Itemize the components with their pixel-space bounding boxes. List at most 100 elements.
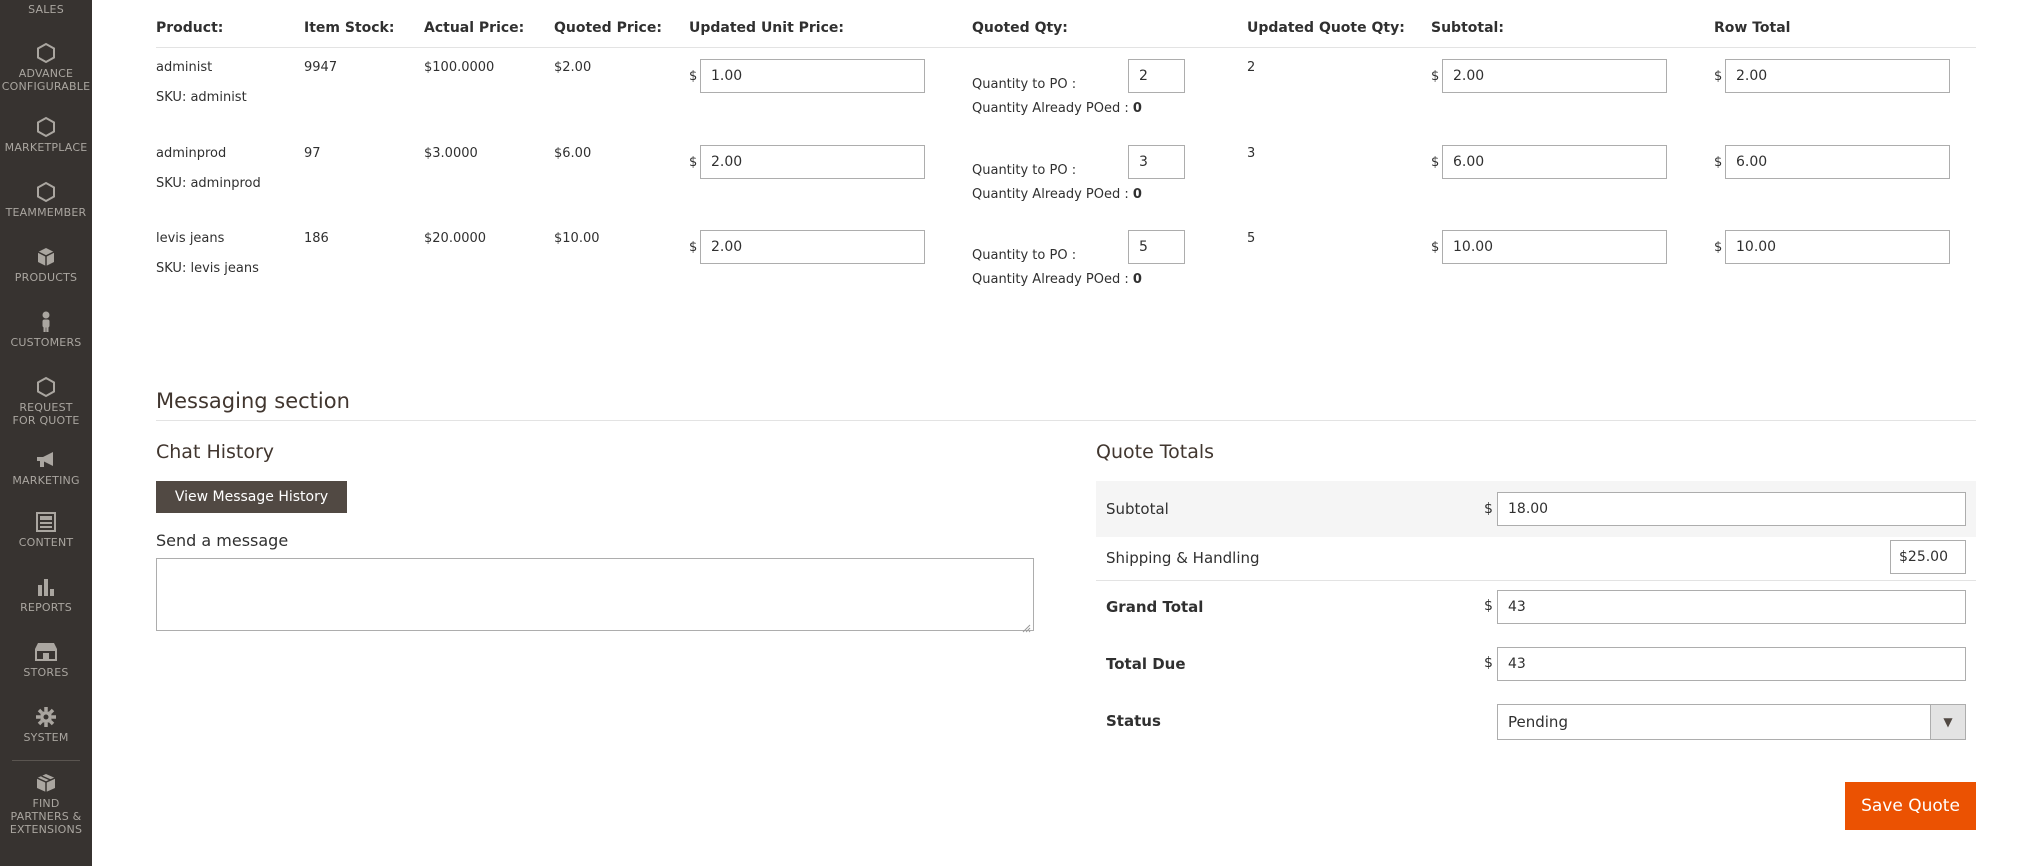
nav-item-marketing[interactable]: MARKETING <box>0 449 92 487</box>
person-icon <box>0 311 92 333</box>
updated-unit-price-input[interactable]: 2.00 <box>700 230 925 264</box>
updated-unit-price-input[interactable]: 2.00 <box>700 145 925 179</box>
col-header-item-stock: Item Stock: <box>304 20 395 36</box>
sidebar-divider <box>12 760 80 761</box>
actual-price: $20.0000 <box>424 231 487 246</box>
qty-already-poed-label: Quantity Already POed : <box>972 187 1129 202</box>
nav-item-content[interactable]: CONTENT <box>0 511 92 549</box>
hexagon-icon <box>0 42 92 64</box>
qty-already-poed-value: 0 <box>1132 101 1142 116</box>
nav-item-teammember[interactable]: TEAMMEMBER <box>0 181 92 219</box>
subtotal-input[interactable]: 10.00 <box>1442 230 1667 264</box>
nav-item-sales[interactable]: SALES <box>0 3 92 16</box>
nav-item-request-for-quote[interactable]: REQUEST FOR QUOTE <box>0 376 92 427</box>
megaphone-icon <box>0 449 92 471</box>
total-due-input[interactable]: 43 <box>1497 647 1966 681</box>
currency-symbol: $ <box>1714 69 1723 84</box>
nav-item-reports[interactable]: REPORTS <box>0 576 92 614</box>
row-total-input[interactable]: 6.00 <box>1725 145 1950 179</box>
status-label: Status <box>1106 712 1161 730</box>
updated-quote-qty: 2 <box>1247 60 1256 75</box>
nav-label: REQUEST FOR QUOTE <box>12 401 80 427</box>
quoted-price: $10.00 <box>554 231 600 246</box>
save-quote-button[interactable]: Save Quote <box>1845 782 1976 830</box>
qty-to-po-input[interactable]: 2 <box>1128 59 1185 93</box>
col-header-row-total: Row Total <box>1714 20 1791 36</box>
hexagon-icon <box>0 116 92 138</box>
message-textarea[interactable] <box>156 558 1034 633</box>
col-header-quoted-qty: Quoted Qty: <box>972 20 1068 36</box>
qty-to-po-input[interactable]: 5 <box>1128 230 1185 264</box>
updated-unit-price-input[interactable]: 1.00 <box>700 59 925 93</box>
messaging-section-title: Messaging section <box>156 389 350 413</box>
actual-price: $100.0000 <box>424 60 495 75</box>
nav-item-advance-configurable[interactable]: ADVANCE CONFIGURABLE <box>0 42 92 93</box>
total-subtotal-input[interactable]: 18.00 <box>1497 492 1966 526</box>
admin-sidebar: SALES ADVANCE CONFIGURABLE MARKETPLACE T… <box>0 0 92 866</box>
updated-quote-qty: 5 <box>1247 231 1256 246</box>
status-selected-value: Pending <box>1508 713 1568 731</box>
col-header-product: Product: <box>156 20 224 36</box>
quoted-price: $6.00 <box>554 146 592 161</box>
product-sku: SKU: administ <box>156 90 247 105</box>
nav-item-marketplace[interactable]: MARKETPLACE <box>0 116 92 154</box>
bar-chart-icon <box>0 576 92 598</box>
view-message-history-button[interactable]: View Message History <box>156 481 347 513</box>
product-name: administ <box>156 60 213 75</box>
grand-total-label: Grand Total <box>1106 598 1204 616</box>
nav-item-system[interactable]: SYSTEM <box>0 706 92 744</box>
col-header-actual-price: Actual Price: <box>424 20 525 36</box>
qty-already-poed: Quantity Already POed : 0 <box>972 187 1142 202</box>
currency-symbol: $ <box>1431 69 1440 84</box>
total-due-label: Total Due <box>1106 655 1186 673</box>
nav-label: PRODUCTS <box>14 271 78 284</box>
currency-symbol: $ <box>689 240 698 255</box>
subtotal-input[interactable]: 2.00 <box>1442 59 1667 93</box>
box-icon <box>0 772 92 794</box>
nav-label: SYSTEM <box>23 731 69 744</box>
shipping-handling-value[interactable]: $25.00 <box>1890 540 1966 574</box>
product-name: levis jeans <box>156 231 225 246</box>
currency-symbol: $ <box>1714 240 1723 255</box>
nav-item-products[interactable]: PRODUCTS <box>0 246 92 284</box>
currency-symbol: $ <box>1484 598 1493 614</box>
subtotal-input[interactable]: 6.00 <box>1442 145 1667 179</box>
nav-label: TEAMMEMBER <box>5 206 87 219</box>
col-header-quoted-price: Quoted Price: <box>554 20 662 36</box>
product-sku: SKU: levis jeans <box>156 261 259 276</box>
qty-to-po-label: Quantity to PO : <box>972 77 1077 92</box>
subtotal-label: Subtotal <box>1106 500 1169 518</box>
shipping-handling-label: Shipping & Handling <box>1106 549 1260 567</box>
quote-edit-content: Product: Item Stock: Actual Price: Quote… <box>92 0 2036 866</box>
nav-label: FIND PARTNERS & EXTENSIONS <box>9 797 83 836</box>
nav-label: MARKETING <box>12 474 80 487</box>
status-select[interactable]: Pending ▼ <box>1497 704 1966 740</box>
item-stock: 97 <box>304 146 321 161</box>
chat-history-title: Chat History <box>156 441 275 463</box>
item-stock: 186 <box>304 231 329 246</box>
layout-icon <box>0 511 92 533</box>
nav-label: ADVANCE CONFIGURABLE <box>1 67 91 93</box>
product-name: adminprod <box>156 146 227 161</box>
gear-icon <box>0 706 92 728</box>
currency-symbol: $ <box>1484 501 1493 517</box>
nav-item-find-partners[interactable]: FIND PARTNERS & EXTENSIONS <box>0 772 92 836</box>
nav-label: CUSTOMERS <box>10 336 82 349</box>
storefront-icon <box>0 641 92 663</box>
row-total-input[interactable]: 10.00 <box>1725 230 1950 264</box>
currency-symbol: $ <box>1431 155 1440 170</box>
qty-to-po-input[interactable]: 3 <box>1128 145 1185 179</box>
qty-to-po-label: Quantity to PO : <box>972 248 1077 263</box>
resize-grip-icon[interactable] <box>1021 618 1031 633</box>
quoted-price: $2.00 <box>554 60 592 75</box>
col-header-updated-quote-qty: Updated Quote Qty: <box>1247 20 1405 36</box>
currency-symbol: $ <box>1714 155 1723 170</box>
hexagon-icon <box>0 181 92 203</box>
nav-item-stores[interactable]: STORES <box>0 641 92 679</box>
nav-item-customers[interactable]: CUSTOMERS <box>0 311 92 349</box>
chevron-down-icon[interactable]: ▼ <box>1930 705 1965 739</box>
cube-icon <box>0 246 92 268</box>
row-total-input[interactable]: 2.00 <box>1725 59 1950 93</box>
grand-total-input[interactable]: 43 <box>1497 590 1966 624</box>
item-stock: 9947 <box>304 60 338 75</box>
